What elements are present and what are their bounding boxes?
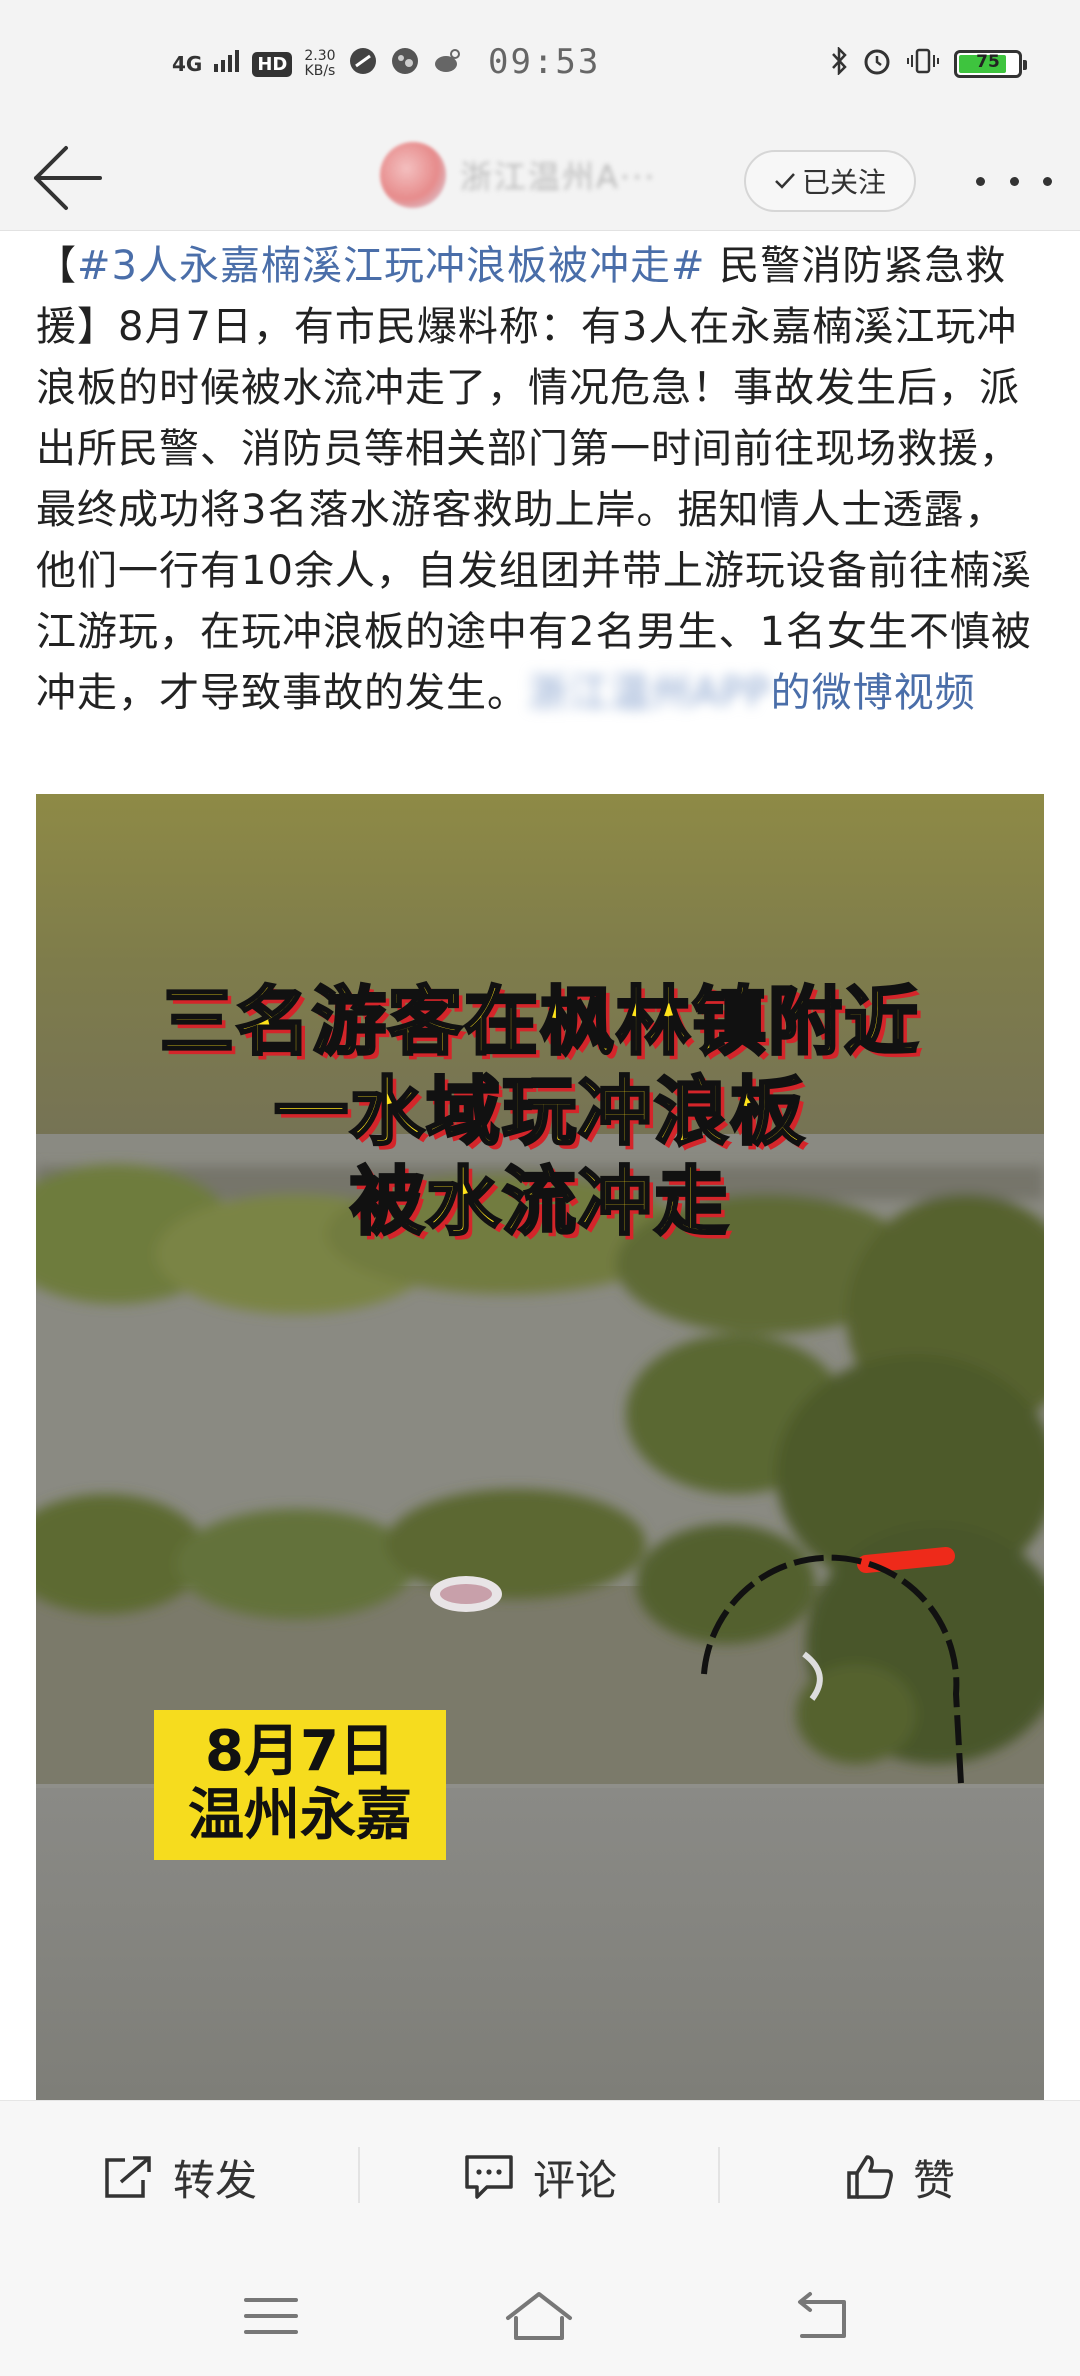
weibo-video-link[interactable]: 的微博视频 — [771, 670, 976, 716]
dot-icon — [1009, 176, 1019, 186]
post-text: 【#3人永嘉楠溪江玩冲浪板被冲走# 民警消防紧急救援】8月7日，有市民爆料称：有… — [36, 236, 1046, 724]
back-arrow-icon — [34, 146, 102, 210]
back-button[interactable] — [24, 136, 104, 216]
speed-unit: KB/s — [304, 63, 336, 79]
date-location-box: 8月7日 温州永嘉 — [154, 1710, 446, 1860]
menu-icon[interactable] — [236, 2288, 306, 2344]
network-indicator: 4G — [172, 52, 203, 76]
follow-label: 已关注 — [801, 166, 886, 199]
dot-icon — [1043, 176, 1052, 186]
weibo-notification-icon — [432, 46, 462, 83]
speed-value: 2.30 — [304, 48, 336, 64]
check-icon — [775, 173, 795, 189]
account-name[interactable]: 浙江温州A··· — [460, 152, 656, 198]
battery-icon: 75 — [954, 50, 1027, 78]
alarm-icon — [862, 46, 892, 83]
thumbs-up-icon — [847, 2155, 893, 2199]
comment-button[interactable]: 评论 — [360, 2101, 720, 2253]
like-button[interactable]: 赞 — [720, 2101, 1080, 2253]
topic-hashtag-link[interactable]: #3人永嘉楠溪江玩冲浪板被冲走# — [77, 243, 705, 289]
clock: 09:53 — [488, 42, 601, 82]
author-link[interactable]: 浙江温州APP — [528, 670, 771, 716]
battery-percent: 75 — [976, 52, 1000, 72]
dot-icon — [976, 176, 985, 186]
system-nav-bar — [0, 2252, 1080, 2376]
hd-badge: HD — [252, 51, 293, 77]
network-speed: 2.30 KB/s — [304, 49, 335, 79]
back-nav-icon[interactable] — [788, 2288, 858, 2344]
repost-label: 转发 — [172, 2155, 257, 2205]
bracket-open: 【 — [36, 243, 77, 289]
vibrate-icon — [906, 47, 940, 82]
action-bar: 转发 评论 赞 — [0, 2100, 1080, 2253]
post-body: 民警消防紧急救援】8月7日，有市民爆料称：有3人在永嘉楠溪江玩冲浪板的时候被水流… — [36, 243, 1032, 716]
comment-icon — [465, 2155, 513, 2199]
bluetooth-icon — [830, 45, 848, 82]
repost-button[interactable]: 转发 — [0, 2101, 360, 2253]
video-caption-line3: 被水流冲走 — [349, 1158, 730, 1247]
header: 浙江温州A··· 已关注 — [0, 120, 1080, 231]
status-bar: 4G HD 2.30 KB/s 09:53 75 — [0, 0, 1080, 120]
account-info[interactable]: 浙江温州A··· — [380, 142, 656, 208]
app-notification-icon-2 — [390, 46, 420, 83]
home-icon[interactable] — [504, 2288, 574, 2344]
video-date: 8月7日 — [205, 1719, 395, 1784]
followed-button[interactable]: 已关注 — [744, 150, 916, 212]
comment-label: 评论 — [532, 2155, 617, 2205]
more-options-button[interactable] — [976, 156, 1052, 206]
status-left: 4G HD 2.30 KB/s — [172, 44, 462, 84]
video-location: 温州永嘉 — [188, 1783, 412, 1848]
status-right: 75 — [830, 44, 1027, 84]
avatar[interactable] — [380, 142, 446, 208]
video-player[interactable]: 三名游客在枫林镇附近 一水域玩冲浪板 被水流冲走 8月7日 温州永嘉 — [36, 794, 1044, 2100]
app-notification-icon — [348, 46, 378, 83]
share-icon — [105, 2156, 151, 2198]
signal-icon — [214, 49, 240, 79]
like-label: 赞 — [912, 2155, 955, 2205]
